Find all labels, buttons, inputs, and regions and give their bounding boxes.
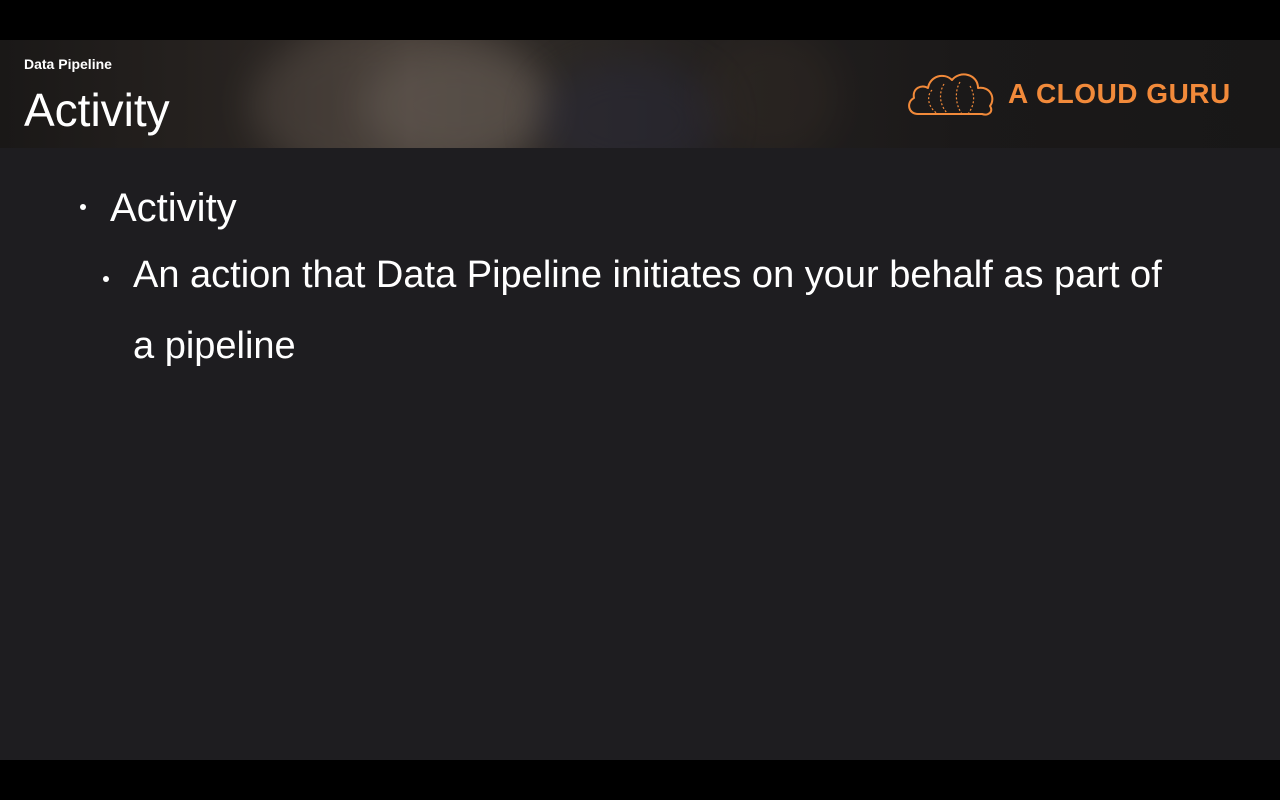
background-video-blob <box>540 60 720 148</box>
section-label: Data Pipeline <box>24 56 112 72</box>
letterbox-bottom <box>0 760 1280 800</box>
bullet-dot <box>80 204 86 210</box>
background-video-blob <box>700 40 840 148</box>
sub-bullet-text: An action that Data Pipeline initiates o… <box>133 254 1162 367</box>
logo-wordmark: A CLOUD GURU <box>1008 78 1231 109</box>
cloud-logo-icon <box>908 73 994 116</box>
letterbox-top <box>0 0 1280 40</box>
slide: Data Pipeline Activity A CLOUD GURU Acti… <box>0 40 1280 760</box>
slide-header: Data Pipeline Activity A CLOUD GURU <box>0 40 1280 148</box>
brand-logo: A CLOUD GURU <box>904 66 1244 122</box>
bullet-dot <box>103 276 109 282</box>
bullet-text: Activity <box>110 186 237 230</box>
slide-title: Activity <box>24 84 170 136</box>
